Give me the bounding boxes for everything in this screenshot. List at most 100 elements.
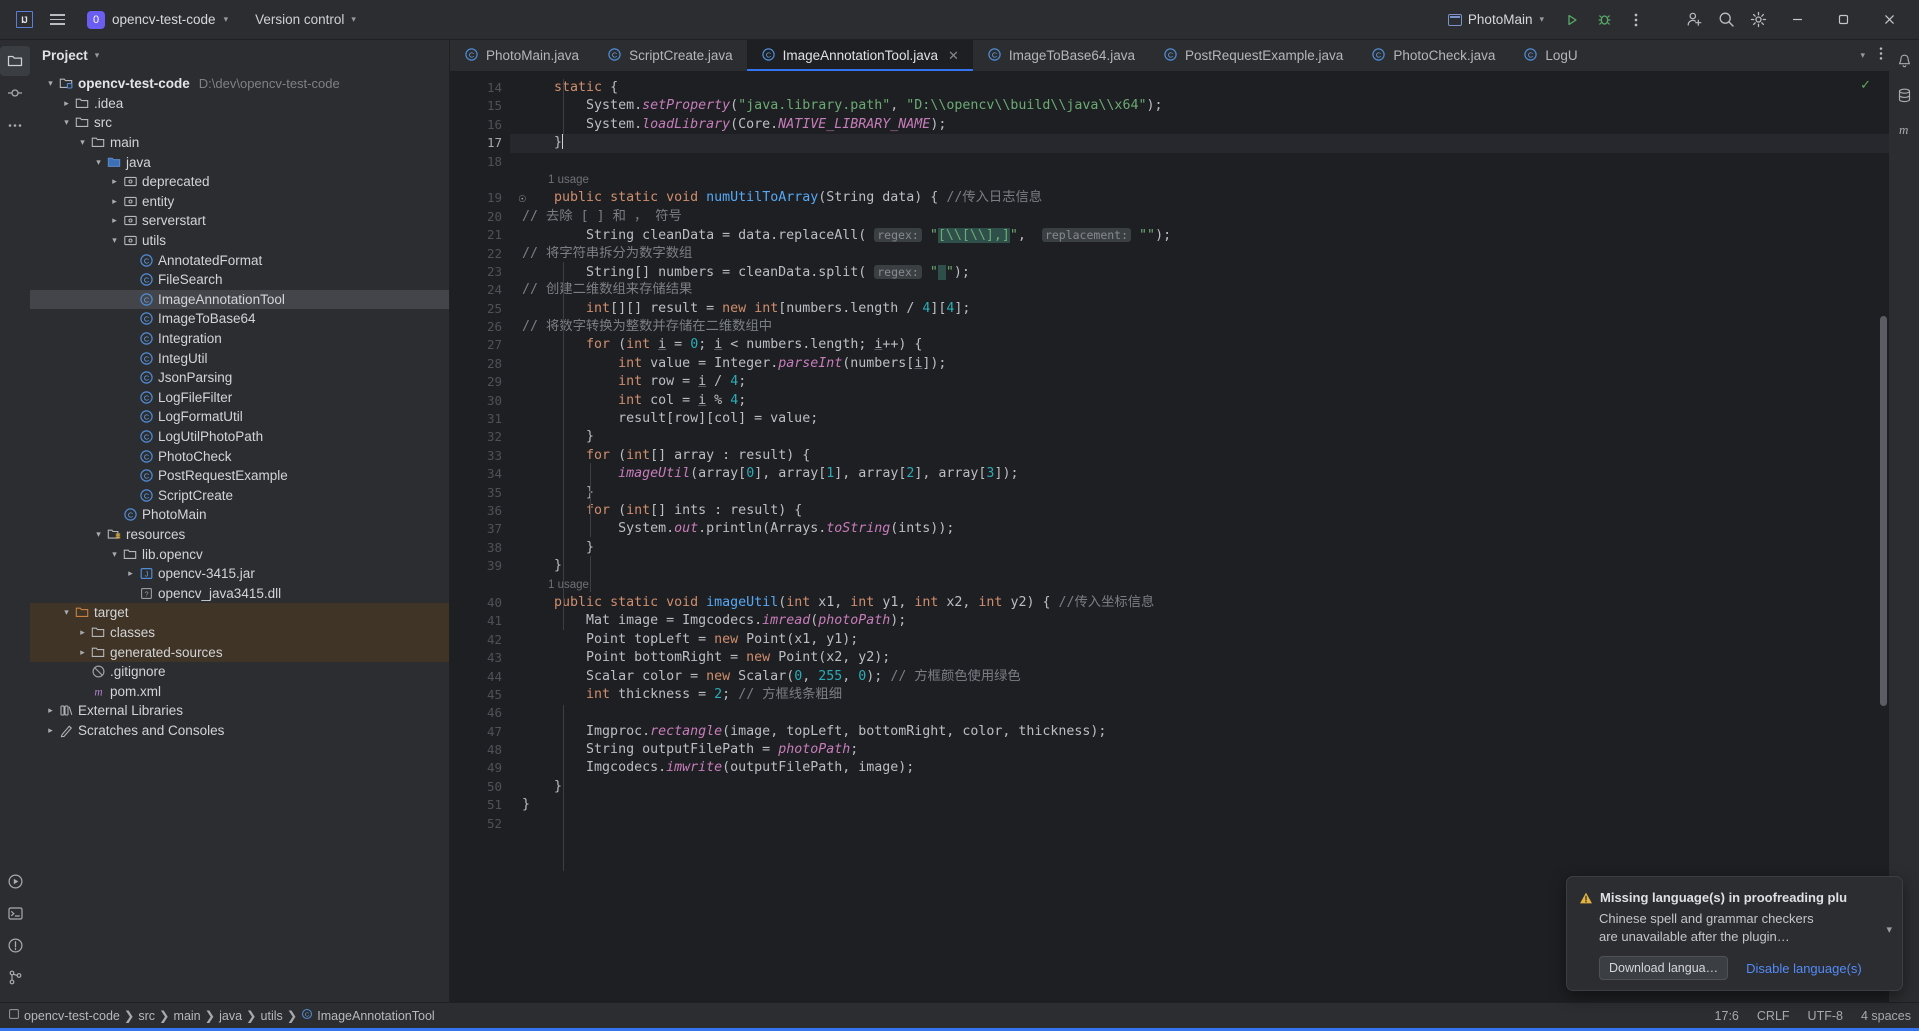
run-icon[interactable]: [1557, 5, 1587, 35]
tree-item-utils[interactable]: ▾ utils: [30, 231, 449, 251]
code-line[interactable]: System.loadLibrary(Core.NATIVE_LIBRARY_N…: [510, 116, 1889, 134]
code-line[interactable]: [510, 815, 1889, 833]
editor-tab-imageannotationtool-java[interactable]: C ImageAnnotationTool.java ✕: [746, 40, 974, 71]
line-number[interactable]: 49: [450, 759, 510, 777]
code-line[interactable]: Imgcodecs.imwrite(outputFilePath, image)…: [510, 759, 1889, 777]
code-line[interactable]: Point topLeft = new Point(x1, y1);: [510, 631, 1889, 649]
line-number[interactable]: 16: [450, 116, 510, 134]
line-number[interactable]: 50: [450, 778, 510, 796]
code-line[interactable]: Mat image = Imgcodecs.imread(photoPath);: [510, 612, 1889, 630]
code-line[interactable]: Point bottomRight = new Point(x2, y2);: [510, 649, 1889, 667]
tree-item-photomain[interactable]: C PhotoMain: [30, 505, 449, 525]
project-tree[interactable]: ▾ opencv-test-code D:\dev\opencv-test-code…: [30, 70, 449, 1002]
tree-item-java[interactable]: ▾ java: [30, 152, 449, 172]
line-number[interactable]: 28: [450, 355, 510, 373]
editor-scrollbar[interactable]: [1877, 71, 1889, 1002]
editor-tab-logu[interactable]: C LogU: [1509, 40, 1591, 71]
tree-item-logutilphotopath[interactable]: C LogUtilPhotoPath: [30, 427, 449, 447]
line-number[interactable]: 51: [450, 796, 510, 814]
tree-item-generated-sources[interactable]: ▸ generated-sources: [30, 642, 449, 662]
code-line[interactable]: Imgproc.rectangle(image, topLeft, bottom…: [510, 723, 1889, 741]
code-line[interactable]: String[] numbers = cleanData.split( rege…: [510, 263, 1889, 281]
line-number[interactable]: 25: [450, 300, 510, 318]
close-tab-icon[interactable]: ✕: [948, 48, 959, 64]
tree-item-imagetobase64[interactable]: C ImageToBase64: [30, 309, 449, 329]
code-line[interactable]: // 创建二维数组来存储结果: [510, 281, 1889, 299]
line-number[interactable]: 18: [450, 153, 510, 171]
run-panel-icon[interactable]: [0, 866, 30, 896]
breadcrumb[interactable]: opencv-test-code ❯ src ❯ main ❯ java ❯ utils ❯ C Im…: [8, 1008, 435, 1023]
tree-expand-arrow-icon[interactable]: ▸: [108, 215, 121, 226]
code-line[interactable]: int row = i / 4;: [510, 373, 1889, 391]
code-line[interactable]: [510, 704, 1889, 722]
code-line[interactable]: Scalar color = new Scalar(0, 255, 0); //…: [510, 668, 1889, 686]
line-number[interactable]: 42: [450, 631, 510, 649]
breadcrumb-item-utils[interactable]: utils: [261, 1009, 283, 1023]
code-line[interactable]: imageUtil(array[0], array[1], array[2], …: [510, 465, 1889, 483]
code-line[interactable]: int col = i % 4;: [510, 392, 1889, 410]
code-line[interactable]: // 将数字转换为整数并存储在二维数组中: [510, 318, 1889, 336]
line-number[interactable]: 40: [450, 594, 510, 612]
tree-item-src[interactable]: ▾ src: [30, 113, 449, 133]
tree-expand-arrow-icon[interactable]: ▸: [108, 196, 121, 207]
tree-expand-arrow-icon[interactable]: ▸: [60, 98, 73, 109]
code-line[interactable]: public static void imageUtil(int x1, int…: [510, 594, 1889, 612]
line-number[interactable]: 30: [450, 392, 510, 410]
line-number[interactable]: 19 ☉: [450, 189, 526, 207]
run-configuration-selector[interactable]: PhotoMain ▾: [1441, 9, 1551, 30]
maximize-button[interactable]: [1821, 4, 1865, 36]
more-vertical-icon[interactable]: [1879, 46, 1883, 66]
notifications-bell-icon[interactable]: [1889, 46, 1919, 76]
line-number[interactable]: 41: [450, 612, 510, 630]
code-line[interactable]: }: [510, 796, 1889, 814]
tree-expand-arrow-icon[interactable]: ▾: [60, 117, 73, 128]
tree-item-integutil[interactable]: C IntegUtil: [30, 348, 449, 368]
line-number[interactable]: 44: [450, 668, 510, 686]
chevron-down-icon[interactable]: ▾: [1886, 923, 1892, 936]
tree-item-postrequestexample[interactable]: C PostRequestExample: [30, 466, 449, 486]
tree-item-opencv-java3415-dll[interactable]: ? opencv_java3415.dll: [30, 583, 449, 603]
code-line[interactable]: int value = Integer.parseInt(numbers[i])…: [510, 355, 1889, 373]
tree-expand-arrow-icon[interactable]: ▸: [124, 568, 137, 579]
tree-item-serverstart[interactable]: ▸ serverstart: [30, 211, 449, 231]
tree-expand-arrow-icon[interactable]: ▾: [60, 607, 73, 618]
terminal-icon[interactable]: [0, 898, 30, 928]
line-number[interactable]: 20: [450, 208, 510, 226]
tree-item-logfilefilter[interactable]: C LogFileFilter: [30, 388, 449, 408]
project-selector[interactable]: 0 opencv-test-code ▾: [80, 8, 235, 32]
editor-tab-imagetobase64-java[interactable]: C ImageToBase64.java: [973, 40, 1149, 71]
line-number[interactable]: 45: [450, 686, 510, 704]
tree-expand-arrow-icon[interactable]: ▾: [108, 549, 121, 560]
breadcrumb-item-java[interactable]: java: [219, 1009, 242, 1023]
line-number[interactable]: 46: [450, 704, 510, 722]
commit-icon[interactable]: [0, 78, 30, 108]
code-line[interactable]: for (int[] ints : result) {: [510, 502, 1889, 520]
editor-tab-scriptcreate-java[interactable]: C ScriptCreate.java: [593, 40, 747, 71]
code-line[interactable]: // 将字符串拆分为数字数组: [510, 245, 1889, 263]
problems-icon[interactable]: [0, 930, 30, 960]
breadcrumb-item-imageannotationtool[interactable]: C ImageAnnotationTool: [301, 1008, 435, 1023]
line-number[interactable]: 34: [450, 465, 510, 483]
tree-expand-arrow-icon[interactable]: ▸: [76, 647, 89, 658]
file-encoding[interactable]: UTF-8: [1808, 1009, 1843, 1023]
code-line[interactable]: for (int[] array : result) {: [510, 447, 1889, 465]
code-editor[interactable]: 14 15 16 17 18 19 ☉ 20 21 22 23 24 25 26 27 28 29 30 31 32…: [450, 71, 1889, 1002]
code-content[interactable]: static { System.setProperty("java.librar…: [510, 71, 1889, 1002]
tree-item-pom-xml[interactable]: m pom.xml: [30, 681, 449, 701]
debug-icon[interactable]: [1589, 5, 1619, 35]
more-dots-icon[interactable]: [0, 110, 30, 140]
more-actions-icon[interactable]: [1621, 5, 1651, 35]
project-folder-icon[interactable]: [0, 46, 30, 76]
version-control-selector[interactable]: Version control ▾: [247, 9, 364, 30]
line-number[interactable]: 35: [450, 484, 510, 502]
code-line[interactable]: // 去除 [ ] 和 ， 符号: [510, 208, 1889, 226]
breadcrumb-item-main[interactable]: main: [174, 1009, 201, 1023]
tree-item-photocheck[interactable]: C PhotoCheck: [30, 446, 449, 466]
tree-item-external-libraries[interactable]: ▸ External Libraries: [30, 701, 449, 721]
chevron-down-icon[interactable]: ▾: [95, 50, 100, 61]
tree-item-opencv-3415-jar[interactable]: ▸ Jopencv-3415.jar: [30, 564, 449, 584]
line-number[interactable]: 39: [450, 557, 510, 575]
tree-item-integration[interactable]: C Integration: [30, 329, 449, 349]
code-line[interactable]: System.setProperty("java.library.path", …: [510, 97, 1889, 115]
database-icon[interactable]: [1889, 80, 1919, 110]
